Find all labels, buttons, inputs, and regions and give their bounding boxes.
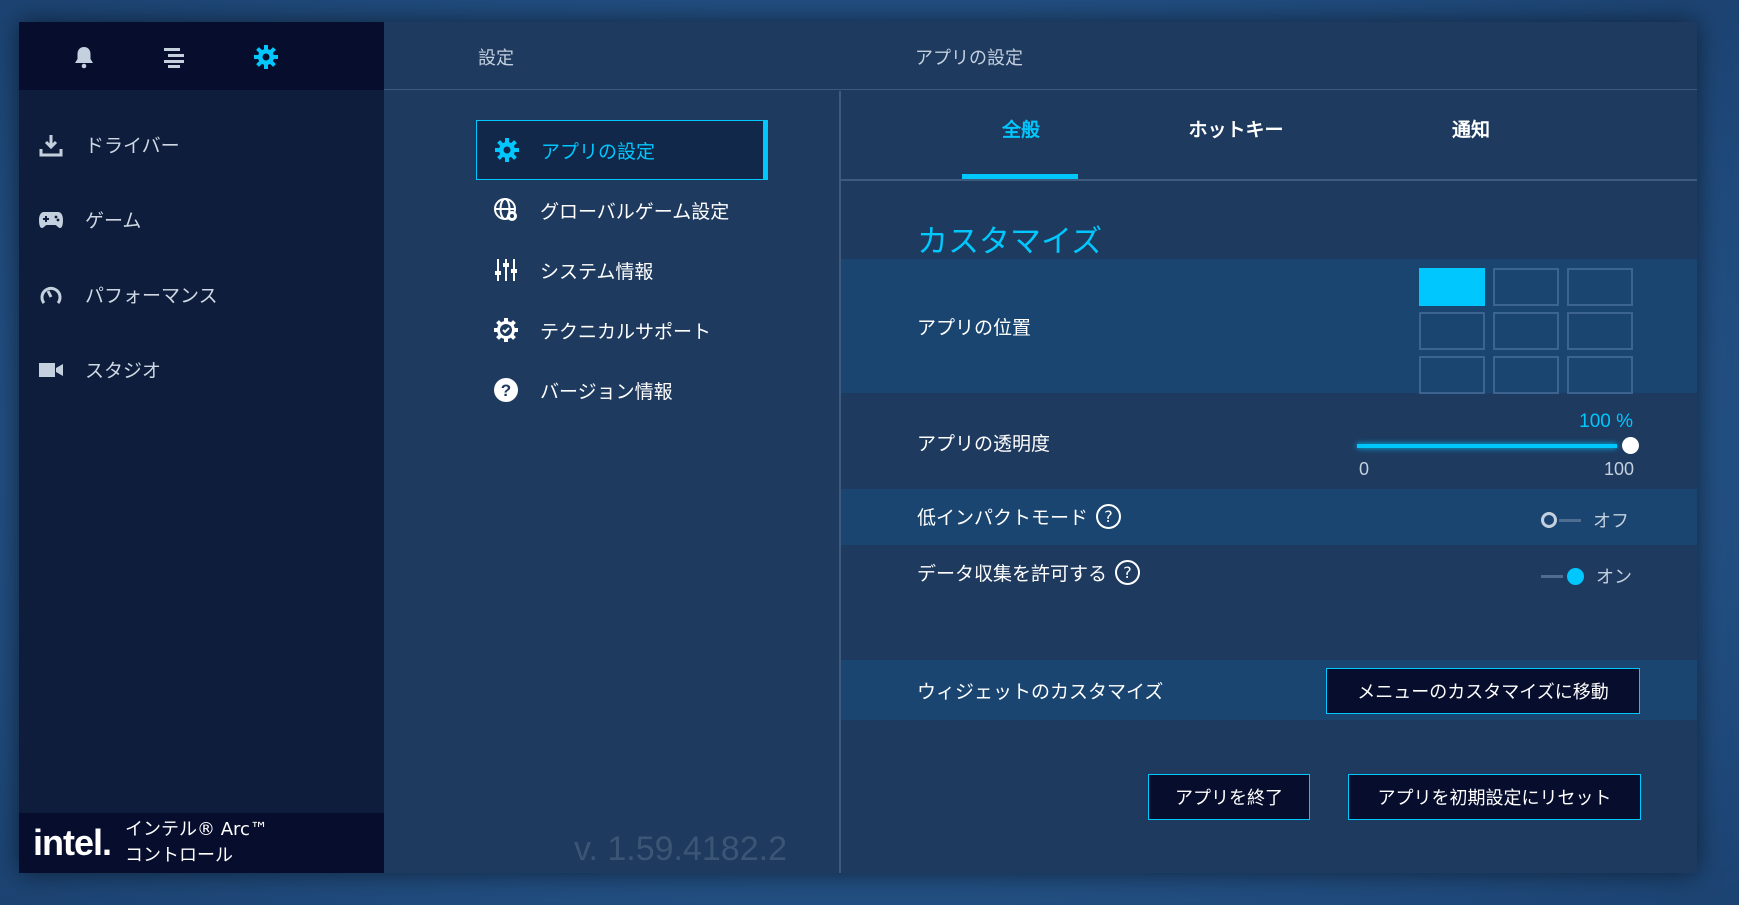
low-impact-row: 低インパクトモード ? オフ xyxy=(841,489,1697,545)
menu-item-system-info[interactable]: システム情報 xyxy=(476,240,768,300)
download-icon xyxy=(37,133,65,157)
globe-gear-icon xyxy=(492,196,520,224)
sidebar-item-label: ドライバー xyxy=(85,135,180,157)
gear-icon[interactable] xyxy=(253,44,279,70)
data-collection-label: データ収集を許可する ? xyxy=(917,559,1141,586)
sidebar-item-games[interactable]: ゲーム xyxy=(19,182,384,257)
tab-general[interactable]: 全般 xyxy=(981,115,1061,142)
tab-bar: 全般 ホットキー 通知 xyxy=(841,91,1697,181)
brand-text: インテル® Arc™ コントロール xyxy=(125,817,268,869)
menu-item-label: バージョン情報 xyxy=(540,380,673,403)
position-top-center[interactable] xyxy=(1493,268,1559,306)
list-icon[interactable] xyxy=(161,44,187,70)
sidebar-item-label: スタジオ xyxy=(85,360,162,382)
active-tab-indicator xyxy=(962,174,1078,179)
menu-item-label: アプリの設定 xyxy=(541,140,656,163)
transparency-value: 100 % xyxy=(1579,411,1633,432)
data-collection-row: データ収集を許可する ? オン xyxy=(841,545,1697,601)
menu-item-version-info[interactable]: ? バージョン情報 xyxy=(476,360,768,420)
low-impact-toggle[interactable]: オフ xyxy=(1541,507,1629,533)
menu-item-tech-support[interactable]: テクニカルサポート xyxy=(476,300,768,360)
sidebar-item-studio[interactable]: スタジオ xyxy=(19,332,384,407)
menu-item-app-settings[interactable]: アプリの設定 xyxy=(476,120,768,180)
app-position-label: アプリの位置 xyxy=(917,317,1032,339)
sidebar-nav: ドライバー ゲーム パフォーマンス スタジオ xyxy=(19,107,384,407)
tab-hotkeys[interactable]: ホットキー xyxy=(1181,115,1291,142)
data-collection-text: データ収集を許可する xyxy=(917,563,1108,585)
position-middle-center[interactable] xyxy=(1493,312,1559,350)
brand-line-1: インテル® Arc™ xyxy=(125,819,268,840)
transparency-row: アプリの透明度 100 % 0 100 xyxy=(841,393,1697,489)
transparency-slider-thumb[interactable] xyxy=(1622,437,1639,454)
menu-item-label: グローバルゲーム設定 xyxy=(540,200,730,223)
customize-menu-button[interactable]: メニューのカスタマイズに移動 xyxy=(1326,668,1640,714)
settings-menu: アプリの設定 グローバルゲーム設定 システム情報 テクニカルサポート ? バージ… xyxy=(384,91,840,873)
position-middle-right[interactable] xyxy=(1567,312,1633,350)
toggle-state-label: オフ xyxy=(1593,511,1629,532)
position-bottom-right[interactable] xyxy=(1567,356,1633,394)
sidebar-item-label: ゲーム xyxy=(85,210,142,232)
tab-notifications[interactable]: 通知 xyxy=(1441,115,1501,142)
slider-min-label: 0 xyxy=(1359,459,1370,479)
intel-logo: intel. xyxy=(33,822,112,863)
position-bottom-center[interactable] xyxy=(1493,356,1559,394)
position-middle-left[interactable] xyxy=(1419,312,1485,350)
low-impact-label: 低インパクトモード ? xyxy=(917,503,1122,530)
slider-max-label: 100 xyxy=(1604,459,1635,479)
sidebar: ドライバー ゲーム パフォーマンス スタジオ intel. インテル® Arc™… xyxy=(19,22,384,873)
transparency-slider-track[interactable] xyxy=(1357,444,1617,448)
settings-panel: 全般 ホットキー 通知 カスタマイズ アプリの位置 アプリの透明度 100 % … xyxy=(841,91,1697,873)
toggle-state-label: オン xyxy=(1596,567,1632,588)
help-icon[interactable]: ? xyxy=(1115,560,1141,585)
reset-app-button[interactable]: アプリを初期設定にリセット xyxy=(1348,774,1641,820)
gauge-icon xyxy=(37,283,65,307)
sidebar-item-label: パフォーマンス xyxy=(85,285,218,307)
help-icon[interactable]: ? xyxy=(1096,504,1122,529)
menu-item-global-game[interactable]: グローバルゲーム設定 xyxy=(476,180,768,240)
gear-check-icon xyxy=(492,316,520,344)
position-top-right[interactable] xyxy=(1567,268,1633,306)
section-title: カスタマイズ xyxy=(917,224,1103,260)
data-collection-toggle[interactable]: オン xyxy=(1541,563,1632,589)
toggle-track xyxy=(1541,574,1563,578)
menu-item-label: テクニカルサポート xyxy=(540,320,712,343)
gear-icon xyxy=(493,136,521,164)
brand-footer: intel. インテル® Arc™ コントロール xyxy=(19,813,384,873)
widget-label: ウィジェットのカスタマイズ xyxy=(917,681,1164,703)
position-top-left[interactable] xyxy=(1419,268,1485,306)
toggle-track xyxy=(1559,518,1581,522)
sidebar-item-performance[interactable]: パフォーマンス xyxy=(19,257,384,332)
toggle-knob xyxy=(1541,512,1557,528)
svg-text:?: ? xyxy=(501,381,511,400)
question-circle-icon: ? xyxy=(492,376,520,404)
brand-line-2: コントロール xyxy=(125,845,234,866)
app-position-row: アプリの位置 xyxy=(841,259,1697,394)
version-label: v. 1.59.4182.2 xyxy=(574,830,787,868)
menu-item-label: システム情報 xyxy=(540,260,654,283)
page-title: アプリの設定 xyxy=(915,48,1023,69)
app-position-grid xyxy=(1419,268,1633,402)
position-bottom-left[interactable] xyxy=(1419,356,1485,394)
sidebar-item-driver[interactable]: ドライバー xyxy=(19,107,384,182)
sidebar-top-bar xyxy=(19,22,384,90)
widget-row: ウィジェットのカスタマイズ メニューのカスタマイズに移動 xyxy=(841,660,1697,720)
gamepad-icon xyxy=(37,208,65,232)
main-header: 設定 アプリの設定 xyxy=(384,22,1697,90)
app-window: ドライバー ゲーム パフォーマンス スタジオ intel. インテル® Arc™… xyxy=(19,22,1697,873)
bell-icon[interactable] xyxy=(71,44,97,70)
transparency-label: アプリの透明度 xyxy=(917,433,1051,455)
breadcrumb-settings: 設定 xyxy=(478,48,514,69)
low-impact-text: 低インパクトモード xyxy=(917,507,1089,529)
toggle-knob xyxy=(1567,567,1584,585)
video-camera-icon xyxy=(37,358,65,382)
sliders-icon xyxy=(492,256,520,284)
quit-app-button[interactable]: アプリを終了 xyxy=(1148,774,1310,820)
